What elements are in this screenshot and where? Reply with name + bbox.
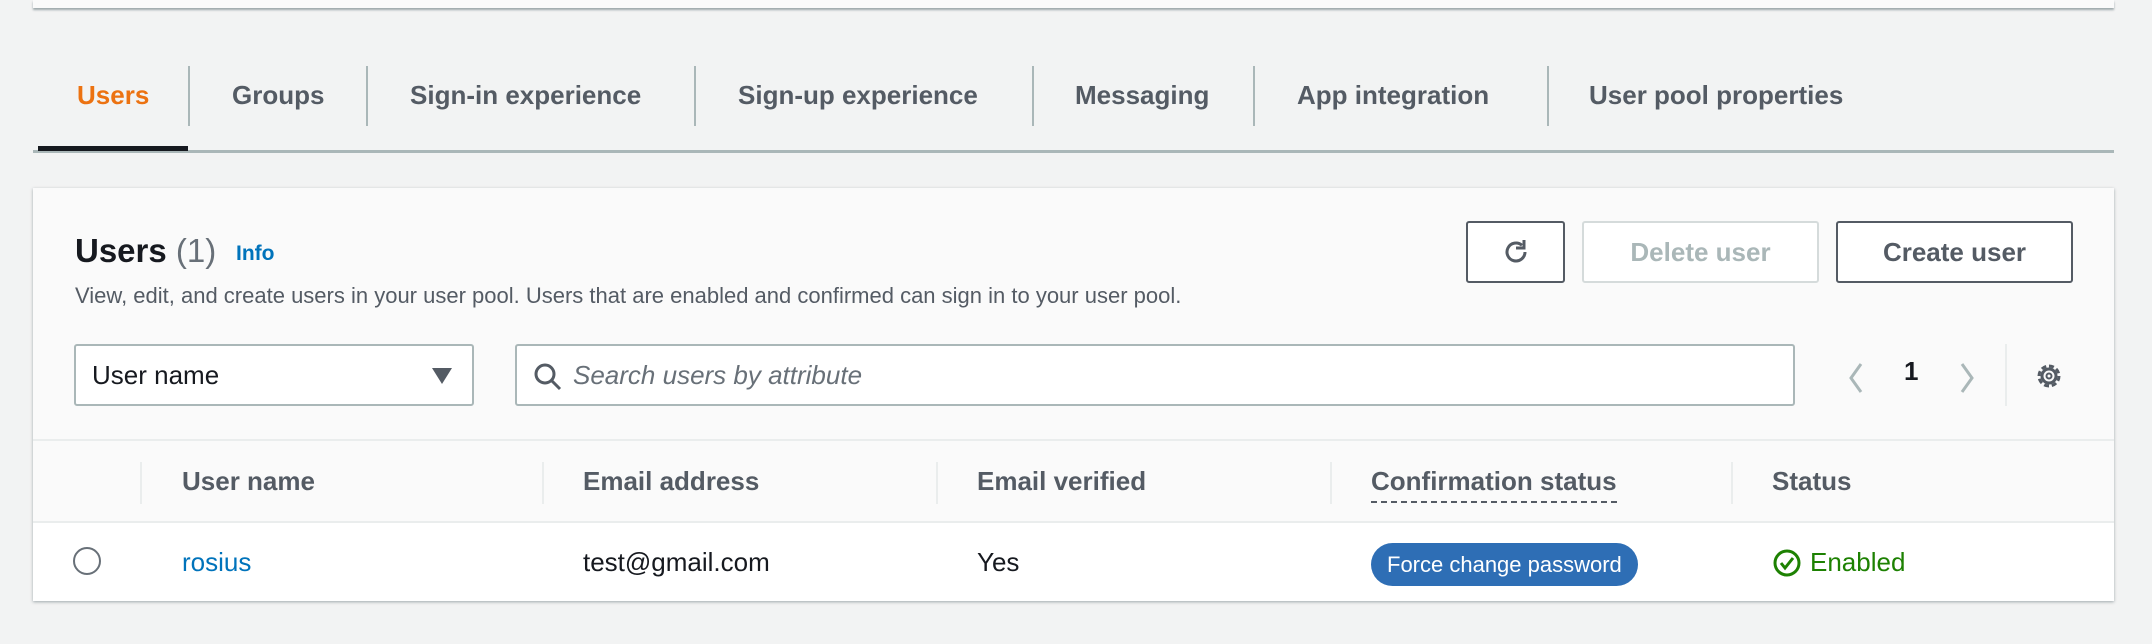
filter-property-select[interactable]: User name — [74, 344, 474, 406]
tab-messaging[interactable]: Messaging — [1075, 80, 1209, 111]
column-header-confirmation-status[interactable]: Confirmation status — [1371, 466, 1617, 503]
create-user-button[interactable]: Create user — [1836, 221, 2073, 283]
user-count: (1) — [175, 232, 217, 269]
table-row: rosius test@gmail.com Yes Force change p… — [33, 521, 2114, 601]
top-card — [33, 0, 2114, 8]
previous-page-icon[interactable] — [1847, 362, 1865, 394]
tab-divider — [1547, 66, 1549, 126]
users-panel: Users (1) Info View, edit, and create us… — [33, 188, 2114, 601]
active-tab-indicator — [38, 146, 188, 151]
tab-sign-up-experience[interactable]: Sign-up experience — [738, 80, 978, 111]
next-page-icon[interactable] — [1958, 362, 1976, 394]
tab-groups[interactable]: Groups — [232, 80, 324, 111]
delete-user-button[interactable]: Delete user — [1582, 221, 1819, 283]
column-header-email-address[interactable]: Email address — [583, 466, 759, 497]
email-verified-cell: Yes — [977, 547, 1020, 577]
panel-description: View, edit, and create users in your use… — [75, 283, 1182, 308]
column-header-email-verified[interactable]: Email verified — [977, 466, 1146, 497]
caret-down-icon — [432, 368, 452, 384]
panel-title: Users (1) — [75, 232, 216, 270]
tab-sign-in-experience[interactable]: Sign-in experience — [410, 80, 641, 111]
info-link[interactable]: Info — [236, 242, 274, 266]
select-value: User name — [92, 359, 220, 390]
tab-divider — [188, 66, 190, 126]
search-field[interactable] — [515, 344, 1795, 406]
tab-divider — [1253, 66, 1255, 126]
title-text: Users — [75, 232, 167, 269]
table-top-divider — [33, 439, 2114, 441]
user-name-link[interactable]: rosius — [182, 547, 251, 578]
check-circle-icon — [1773, 549, 1801, 576]
email-cell: test@gmail.com — [583, 547, 770, 577]
tab-divider — [1032, 66, 1034, 126]
column-divider — [1731, 462, 1733, 504]
column-divider — [936, 462, 938, 504]
current-page[interactable]: 1 — [1904, 356, 1918, 387]
column-header-user-name[interactable]: User name — [182, 466, 315, 497]
refresh-button[interactable] — [1466, 221, 1565, 283]
tab-bar-line — [33, 150, 2114, 153]
confirmation-status-badge: Force change password — [1371, 543, 1638, 586]
tab-divider — [694, 66, 696, 126]
column-divider — [542, 462, 544, 504]
pagination-divider — [2005, 344, 2007, 406]
settings-gear-icon[interactable] — [2032, 359, 2066, 393]
row-select-radio[interactable] — [73, 547, 101, 575]
tab-user-pool-properties[interactable]: User pool properties — [1589, 80, 1843, 111]
search-input[interactable] — [573, 359, 1793, 391]
tab-divider — [366, 66, 368, 126]
refresh-icon — [1505, 240, 1526, 263]
search-icon — [534, 363, 562, 391]
column-header-status[interactable]: Status — [1772, 466, 1851, 497]
column-divider — [1330, 462, 1332, 504]
status-cell: Enabled — [1772, 547, 1905, 578]
tab-users[interactable]: Users — [77, 80, 149, 111]
column-divider — [140, 462, 142, 504]
status-text: Enabled — [1810, 547, 1906, 577]
tab-app-integration[interactable]: App integration — [1297, 80, 1489, 111]
